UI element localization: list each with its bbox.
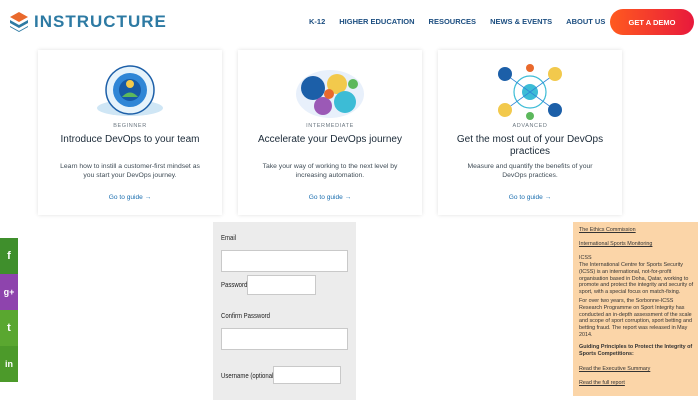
nav-news-events[interactable]: NEWS & EVENTS <box>490 17 552 26</box>
password-field[interactable] <box>247 275 316 295</box>
org-abbreviation: ICSS <box>579 255 592 261</box>
card-title: Get the most out of your DevOps practice… <box>456 134 604 157</box>
username-field[interactable] <box>273 366 341 384</box>
automation-bubbles-illustration-icon <box>296 70 364 118</box>
go-to-guide-link[interactable]: Go to guide → <box>38 194 222 201</box>
confirm-password-label: Confirm Password <box>221 311 271 320</box>
card-description: Take your way of working to the next lev… <box>262 163 398 179</box>
card-level: ADVANCED <box>512 123 548 129</box>
username-label: Username (optional) <box>221 371 276 380</box>
main-nav: K-12 HIGHER EDUCATION RESOURCES NEWS & E… <box>309 17 619 26</box>
google-plus-share-button[interactable]: g+ <box>0 274 18 310</box>
card-description: Learn how to instill a customer-first mi… <box>60 163 200 179</box>
nav-about-us[interactable]: ABOUT US <box>566 17 605 26</box>
facebook-share-button[interactable]: f <box>0 238 18 274</box>
linkedin-icon: in <box>5 359 13 369</box>
go-to-guide-link[interactable]: Go to guide → <box>238 194 422 201</box>
email-field[interactable] <box>221 250 348 272</box>
confirm-password-field[interactable] <box>221 328 348 350</box>
card-level: BEGINNER <box>113 123 147 129</box>
email-label: Email <box>221 233 237 242</box>
card-level: INTERMEDIATE <box>306 123 354 129</box>
linkedin-share-button[interactable]: in <box>0 346 18 382</box>
signup-form: Email Password Confirm Password Username… <box>213 222 356 400</box>
twitter-share-button[interactable]: t <box>0 310 18 346</box>
ethics-commission-link[interactable]: The Ethics Commission <box>579 227 695 234</box>
full-report-link[interactable]: Read the full report <box>579 380 695 387</box>
executive-summary-link[interactable]: Read the Executive Summary <box>579 366 695 373</box>
logo-mark-icon <box>10 12 28 32</box>
get-a-demo-button[interactable]: GET A DEMO <box>610 9 694 35</box>
sports-monitoring-link[interactable]: International Sports Monitoring <box>579 241 695 248</box>
card-description: Measure and quantify the benefits of you… <box>467 163 593 179</box>
password-label: Password <box>221 280 248 289</box>
card-title: Accelerate your DevOps journey <box>258 134 402 145</box>
article-paragraph-2: For over two years, the Sorbonne-ICSS Re… <box>579 298 692 338</box>
twitter-icon: t <box>7 322 11 334</box>
google-plus-icon: g+ <box>3 287 15 297</box>
team-circle-illustration-icon <box>97 65 163 116</box>
site-header: INSTRUCTURE K-12 HIGHER EDUCATION RESOUR… <box>0 0 700 44</box>
article-panel: The Ethics Commission International Spor… <box>573 222 698 396</box>
facebook-icon: f <box>7 250 11 262</box>
logo-text: INSTRUCTURE <box>34 12 167 31</box>
go-to-guide-link[interactable]: Go to guide → <box>438 194 622 201</box>
network-people-illustration-icon <box>498 64 562 120</box>
guiding-principles-heading: Guiding Principles to Protect the Integr… <box>579 344 693 357</box>
guide-card-intermediate: INTERMEDIATE Accelerate your DevOps jour… <box>238 50 422 215</box>
nav-higher-education[interactable]: HIGHER EDUCATION <box>339 17 414 26</box>
guide-card-beginner: BEGINNER Introduce DevOps to your team L… <box>38 50 222 215</box>
card-title: Introduce DevOps to your team <box>60 134 200 145</box>
instructure-logo[interactable]: INSTRUCTURE <box>10 12 167 32</box>
article-paragraph-1: The International Centre for Sports Secu… <box>579 262 694 296</box>
nav-resources[interactable]: RESOURCES <box>429 17 477 26</box>
guide-card-advanced: ADVANCED Get the most out of your DevOps… <box>438 50 622 215</box>
nav-k12[interactable]: K-12 <box>309 17 325 26</box>
